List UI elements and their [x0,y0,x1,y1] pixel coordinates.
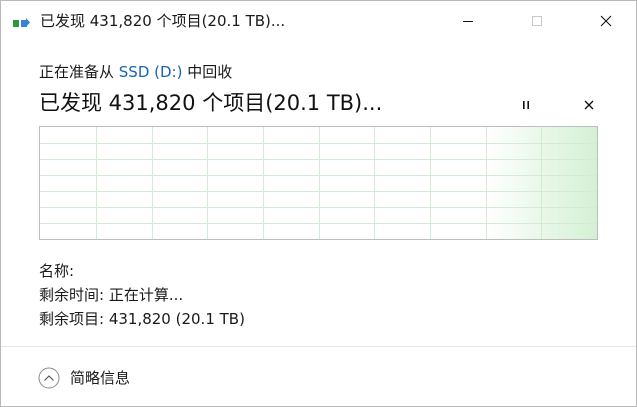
minimize-icon [462,12,474,31]
title-bar[interactable]: 已发现 431,820 个项目(20.1 TB)... [1,1,636,41]
window-title: 已发现 431,820 个项目(20.1 TB)... [40,12,286,30]
chevron-up-circle-icon [38,367,60,389]
progress-headline: 已发现 431,820 个项目(20.1 TB)... [39,91,383,115]
maximize-icon [531,12,543,31]
pause-icon [520,96,532,115]
operation-prefix: 正在准备从 [39,63,119,81]
minimize-button[interactable] [445,1,491,41]
cancel-icon [583,96,595,115]
close-button[interactable] [583,1,629,41]
operation-suffix: 中回收 [182,63,233,81]
pause-button[interactable] [515,94,537,116]
operation-description: 正在准备从 SSD (D:) 中回收 [39,62,232,82]
items-remaining-text: 剩余项目: 431,820 (20.1 TB) [39,310,245,328]
file-operation-dialog: 已发现 431,820 个项目(20.1 TB)... 正在准备从 SSD (D… [0,0,637,407]
maximize-button[interactable] [514,1,560,41]
details-panel: 名称: 剩余时间: 正在计算... 剩余项目: 431,820 (20.1 TB… [39,259,245,331]
fewer-details-toggle[interactable]: 简略信息 [38,366,130,390]
speed-graph [39,126,598,240]
speed-graph-canvas [40,127,597,239]
cancel-operation-button[interactable] [578,94,600,116]
source-drive-link[interactable]: SSD (D:) [119,63,183,81]
footer-divider [1,346,636,347]
fewer-details-label: 简略信息 [70,369,131,387]
close-icon [600,12,612,31]
copy-files-icon [13,15,31,28]
time-remaining-text: 剩余时间: 正在计算... [39,286,184,304]
item-name-label: 名称: [39,262,75,280]
